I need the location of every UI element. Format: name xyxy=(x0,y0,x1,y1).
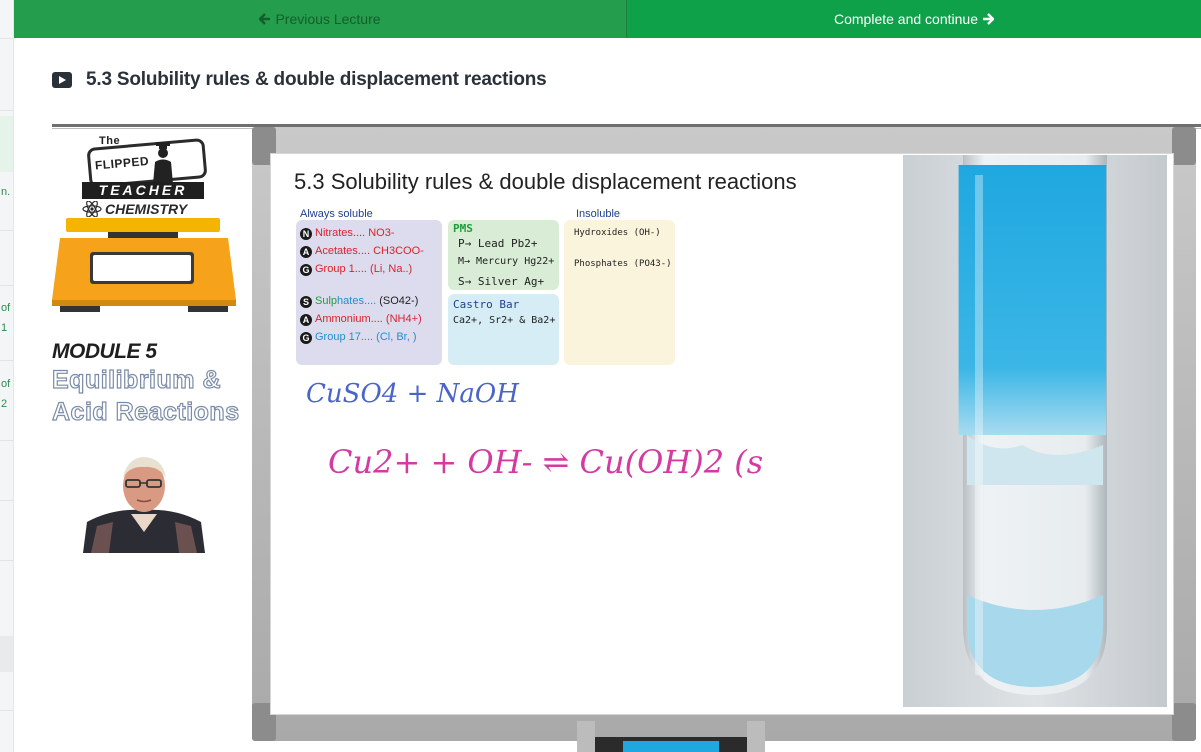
sidebar-text-fragment: of xyxy=(1,302,11,314)
board-corner xyxy=(1172,703,1196,741)
atom-icon xyxy=(82,201,102,217)
previous-lecture-label: Previous Lecture xyxy=(275,11,381,27)
scale-illustration xyxy=(52,218,236,312)
sidebar-text-fragment: n. xyxy=(1,186,11,198)
insoluble-header: Insoluble xyxy=(576,208,621,220)
slide-title: 5.3 Solubility rules & double displaceme… xyxy=(294,169,797,194)
marker-tray xyxy=(577,721,765,752)
castro-bar-header: Castro Bar xyxy=(453,298,520,311)
insoluble-box xyxy=(564,220,675,365)
pms-item: S→ Silver Ag+ xyxy=(458,275,545,288)
board-corner xyxy=(1172,127,1196,165)
brand-teacher: TEACHER xyxy=(82,182,204,199)
arrow-left-icon xyxy=(259,13,271,25)
pms-item: M→ Mercury Hg22+ xyxy=(458,256,555,267)
sidebar-item-active[interactable] xyxy=(0,116,13,172)
soluble-item: N Nitrates.... NO3- xyxy=(300,227,394,240)
topic-line-1: Equilibrium & xyxy=(52,365,221,394)
whiteboard: 5.3 Solubility rules & double displaceme… xyxy=(252,127,1196,752)
sidebar-text-fragment: 1 xyxy=(1,322,8,334)
test-tube-photo xyxy=(903,155,1167,707)
whiteboard-surface: 5.3 Solubility rules & double displaceme… xyxy=(270,153,1174,715)
soluble-item: A Acetates.... CH3COO- xyxy=(300,245,424,258)
brand-teacher-silhouette-icon xyxy=(153,142,173,184)
arrow-right-icon xyxy=(982,13,994,25)
pms-item: P→ Lead Pb2+ xyxy=(458,237,538,250)
brand-flipped-text: FLIPPED xyxy=(94,153,150,173)
soluble-item: A Ammonium.... (NH4+) xyxy=(300,313,422,326)
soluble-item: S Sulphates.... (SO42-) xyxy=(300,295,418,308)
course-sidebar: n. of 1 of 2 xyxy=(0,0,14,752)
video-player[interactable]: The FLIPPED TEACHER CHEMISTRY MODULE 5 E… xyxy=(52,124,1201,752)
previous-lecture-button[interactable]: Previous Lecture xyxy=(14,0,627,38)
always-soluble-header: Always soluble xyxy=(300,208,373,220)
insoluble-item: Phosphates (PO43-) xyxy=(574,259,672,269)
instructor-webcam xyxy=(83,452,205,553)
topic-line-2: Acid Reactions xyxy=(52,397,240,426)
complete-and-continue-button[interactable]: Complete and continue xyxy=(627,0,1201,38)
complete-label: Complete and continue xyxy=(834,11,978,27)
module-label: MODULE 5 xyxy=(52,340,157,363)
video-icon xyxy=(52,72,72,88)
castro-bar-items: Ca2+, Sr2+ & Ba2+ xyxy=(453,315,556,326)
insoluble-item: Hydroxides (OH-) xyxy=(574,228,661,238)
pms-header: PMS xyxy=(453,222,473,235)
soluble-item: G Group 1.... (Li, Na..) xyxy=(300,263,412,276)
lecture-title-row: 5.3 Solubility rules & double displaceme… xyxy=(52,67,547,93)
lecture-nav-bar: Previous Lecture Complete and continue xyxy=(14,0,1201,38)
soluble-item: G Group 17.... (Cl, Br, ) xyxy=(300,331,417,344)
handwriting-reactants: CuSO4 + NaOH xyxy=(306,379,519,409)
sidebar-text-fragment: of xyxy=(1,378,11,390)
brand-chemistry-text: CHEMISTRY xyxy=(105,201,188,217)
sidebar-text-fragment: 2 xyxy=(1,398,8,410)
brand-chemistry: CHEMISTRY xyxy=(82,201,187,217)
lecture-title: 5.3 Solubility rules & double displaceme… xyxy=(86,69,547,90)
handwriting-ionic-equation: Cu2+ + OH- ⇌ Cu(OH)2 (s xyxy=(328,443,764,481)
